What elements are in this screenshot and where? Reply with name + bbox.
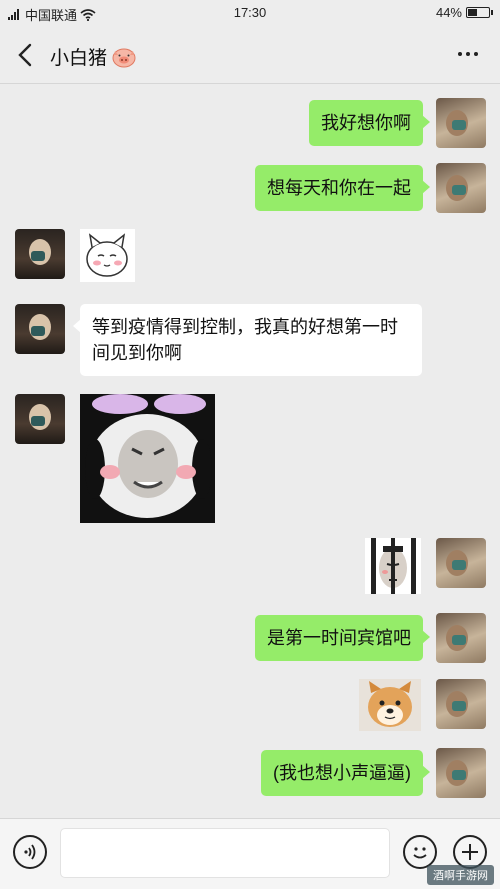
message-bubble-sent[interactable]: 是第一时间宾馆吧 [255, 615, 430, 661]
voice-button[interactable] [13, 835, 47, 869]
status-time: 17:30 [233, 5, 267, 20]
chat-title: 小白猪 [50, 43, 137, 70]
message-bubble-sent[interactable]: 想每天和你在一起 [255, 165, 430, 211]
message-bubble-sent[interactable]: 我好想你啊 [309, 100, 430, 146]
more-dots-icon [458, 52, 462, 56]
message-input[interactable] [60, 828, 390, 878]
chevron-left-icon [18, 43, 32, 67]
message-text: (我也想小声逼逼) [273, 763, 411, 783]
message-list[interactable]: 我好想你啊 想每天和你在一起 等到疫情得到控制，我真的好想第一时间见到你啊 是第… [0, 85, 500, 818]
emoji-button[interactable] [403, 835, 437, 869]
cute-shy-face-sticker[interactable] [80, 229, 135, 282]
contact-avatar[interactable] [15, 304, 65, 354]
plus-button[interactable] [453, 835, 487, 869]
message-text: 是第一时间宾馆吧 [267, 628, 411, 648]
message-text: 我好想你啊 [321, 113, 411, 133]
status-bar: 中国联通 17:30 44% [0, 0, 500, 26]
message-text: 想每天和你在一起 [267, 178, 411, 198]
my-avatar[interactable] [436, 748, 486, 798]
voice-icon [24, 844, 36, 860]
battery-percent: 44% [435, 5, 462, 20]
message-bubble-received[interactable]: 等到疫情得到控制，我真的好想第一时间见到你啊 [73, 304, 422, 376]
emoji-icon [413, 847, 427, 859]
contact-avatar[interactable] [15, 394, 65, 444]
chat-header: 小白猪 [0, 26, 500, 84]
shiba-dog-sticker[interactable] [359, 679, 421, 731]
input-bar: 酒啊手游网 [0, 818, 500, 889]
back-button[interactable] [12, 40, 40, 70]
my-avatar[interactable] [436, 538, 486, 588]
contact-name: 小白猪 [50, 48, 108, 69]
status-right: 44% [435, 5, 493, 20]
battery-icon [466, 7, 493, 18]
message-bubble-sent[interactable]: (我也想小声逼逼) [261, 750, 430, 796]
my-avatar[interactable] [436, 679, 486, 729]
panda-face-sticker[interactable] [80, 394, 215, 523]
message-text: 等到疫情得到控制，我真的好想第一时间见到你啊 [92, 317, 398, 363]
my-avatar[interactable] [436, 613, 486, 663]
behind-bars-sticker[interactable] [365, 538, 421, 594]
contact-avatar[interactable] [15, 229, 65, 279]
watermark: 酒啊手游网 [427, 865, 494, 885]
more-button[interactable] [458, 52, 478, 56]
pig-face-icon [112, 48, 136, 67]
battery-level [468, 9, 477, 16]
my-avatar[interactable] [436, 163, 486, 213]
my-avatar[interactable] [436, 98, 486, 148]
